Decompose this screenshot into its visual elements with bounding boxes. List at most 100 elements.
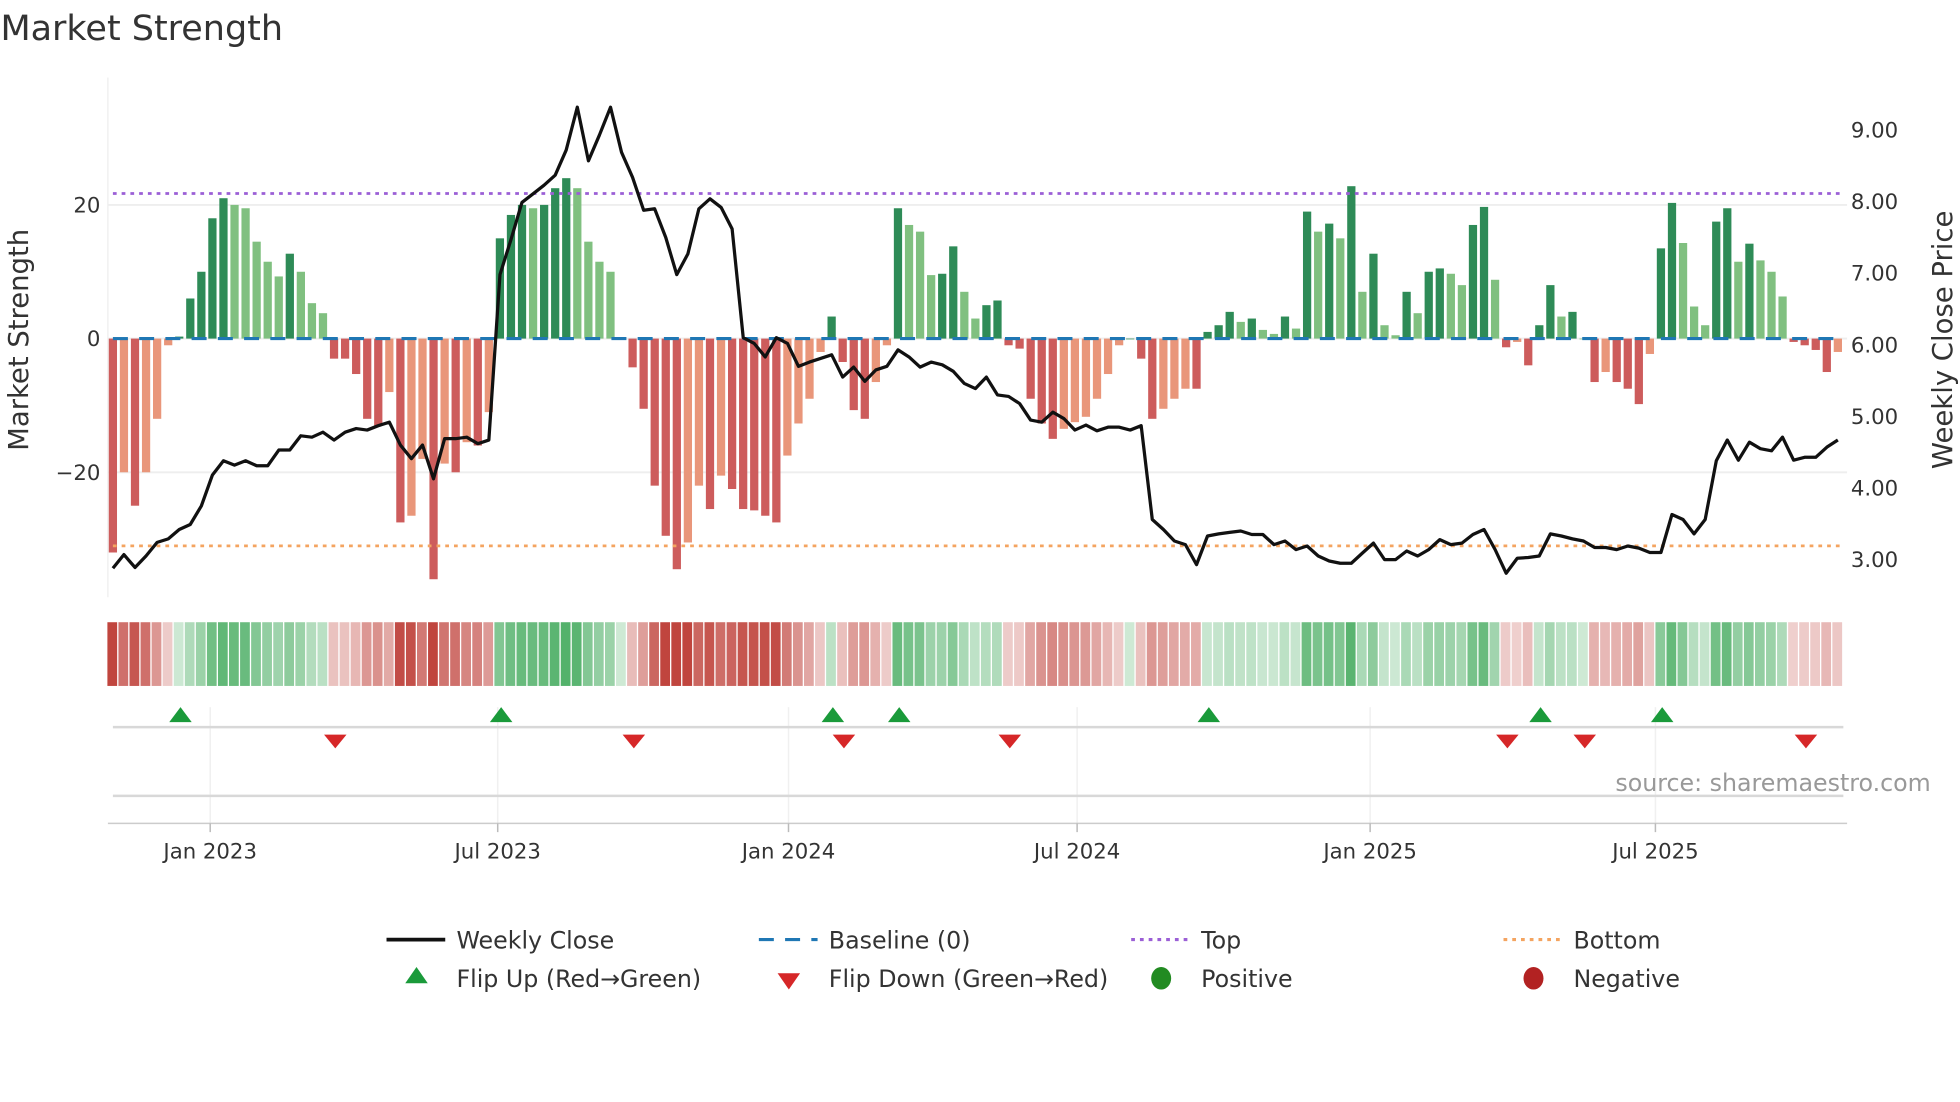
- heat-cell: [804, 622, 814, 686]
- heat-cell: [1323, 622, 1334, 686]
- heat-cell: [1213, 622, 1223, 686]
- heat-cell: [969, 622, 980, 686]
- strength-bar: [982, 305, 991, 339]
- heat-cell: [903, 622, 914, 686]
- y2-tick-label: 9.00: [1851, 119, 1898, 144]
- y-axis-right: 9.00 8.00 7.00 6.00 5.00 4.00 3.00: [1851, 119, 1898, 574]
- strength-bar: [1557, 316, 1566, 339]
- heat-cell: [848, 622, 858, 686]
- heat-cell: [195, 622, 206, 686]
- heat-cell: [151, 622, 162, 686]
- strength-bar: [1745, 243, 1754, 339]
- legend-item-flip-up: Flip Up (Red→Green): [405, 965, 701, 993]
- heat-cell: [1544, 622, 1555, 686]
- heat-cell: [759, 622, 770, 686]
- chart-container: Market Strength 20 0 −20 9.00 8.00 7.00 6.00 5…: [0, 0, 1960, 1102]
- flip-down-marker: [1496, 734, 1519, 749]
- strength-bar: [1612, 338, 1621, 383]
- strength-bar: [761, 338, 770, 516]
- strength-bar: [1214, 325, 1223, 339]
- heat-cell: [1124, 622, 1135, 686]
- strength-bar: [1634, 338, 1643, 405]
- heat-cell: [914, 622, 925, 686]
- strength-bar: [274, 276, 283, 339]
- strength-bar: [429, 338, 438, 580]
- weekly-close-line: [111, 105, 1839, 575]
- y2-axis-label: Weekly Close Price: [1927, 211, 1959, 469]
- heat-cell: [494, 622, 505, 686]
- heat-cell: [1810, 622, 1820, 686]
- strength-bar: [783, 338, 792, 456]
- y2-tick-label: 7.00: [1851, 262, 1898, 287]
- flip-up-marker: [1650, 707, 1674, 723]
- heat-cell: [1191, 622, 1201, 686]
- heat-cell: [1611, 622, 1621, 686]
- heat-cell: [284, 622, 295, 686]
- y-tick-label: 20: [73, 193, 100, 218]
- heat-cell: [1025, 622, 1035, 686]
- flip-up-marker: [1197, 707, 1221, 723]
- x-tick-label: Jan 2023: [161, 839, 257, 864]
- strength-bar: [241, 208, 250, 339]
- heat-cell: [1754, 622, 1765, 686]
- heat-cell: [1644, 622, 1655, 686]
- heat-cell: [450, 622, 460, 686]
- heat-cell: [726, 622, 737, 686]
- strength-bar: [739, 338, 748, 510]
- strength-bar: [219, 198, 228, 339]
- heat-cell: [737, 622, 748, 686]
- market-strength-chart: Market Strength 20 0 −20 9.00 8.00 7.00 6.00 5…: [0, 9, 1959, 993]
- heat-cell: [770, 622, 781, 686]
- strength-bar: [1026, 338, 1035, 399]
- legend-label: Weekly Close: [456, 926, 614, 954]
- strength-bar: [1181, 338, 1190, 389]
- strength-bar: [838, 338, 847, 362]
- strength-bar: [1258, 329, 1267, 339]
- strength-bar: [1601, 338, 1610, 373]
- strength-bar: [849, 338, 858, 411]
- heat-cell: [638, 622, 648, 686]
- heat-cell: [1677, 622, 1688, 686]
- heat-cell: [1732, 622, 1743, 686]
- heat-cell: [184, 622, 195, 686]
- heat-cell: [1688, 622, 1699, 686]
- heat-cell: [350, 622, 361, 686]
- strength-bar: [1689, 306, 1699, 339]
- strength-heatmap-strip: [107, 622, 1843, 686]
- heat-cell: [1622, 622, 1633, 686]
- heat-cell: [1345, 622, 1356, 686]
- legend-label: Negative: [1573, 965, 1679, 993]
- strength-bar: [1479, 206, 1489, 339]
- strength-bar: [927, 275, 936, 339]
- heat-cell: [1312, 622, 1323, 686]
- heat-cell: [1257, 622, 1268, 686]
- heat-cell: [118, 622, 129, 686]
- y-tick-label: −20: [56, 461, 101, 486]
- flip-up-marker: [1529, 707, 1552, 723]
- heat-cell: [947, 622, 958, 686]
- heat-cell: [1511, 622, 1522, 686]
- heat-cell: [1666, 622, 1677, 686]
- strength-bar: [307, 303, 317, 339]
- legend-item-positive: Positive: [1151, 965, 1293, 993]
- heat-cell: [162, 622, 173, 686]
- heat-cell: [792, 622, 803, 686]
- strength-bar: [1446, 273, 1455, 339]
- strength-bar: [407, 338, 416, 516]
- heat-cell: [1600, 622, 1610, 686]
- flip-down-marker: [1573, 734, 1597, 749]
- strength-bar: [727, 338, 737, 489]
- heat-cell: [1821, 622, 1832, 686]
- heat-cell: [991, 622, 1002, 686]
- strength-bar: [672, 338, 681, 570]
- heat-cell: [1456, 622, 1467, 686]
- strength-bar: [1048, 338, 1057, 439]
- strength-bar: [1424, 271, 1433, 339]
- heat-cell: [826, 622, 836, 686]
- heat-cell: [1533, 622, 1544, 686]
- heat-cell: [1157, 622, 1168, 686]
- strength-bar: [573, 188, 582, 339]
- strength-bar: [1490, 279, 1500, 339]
- x-tick-label: Jan 2024: [740, 839, 836, 864]
- heat-cell: [1279, 622, 1290, 686]
